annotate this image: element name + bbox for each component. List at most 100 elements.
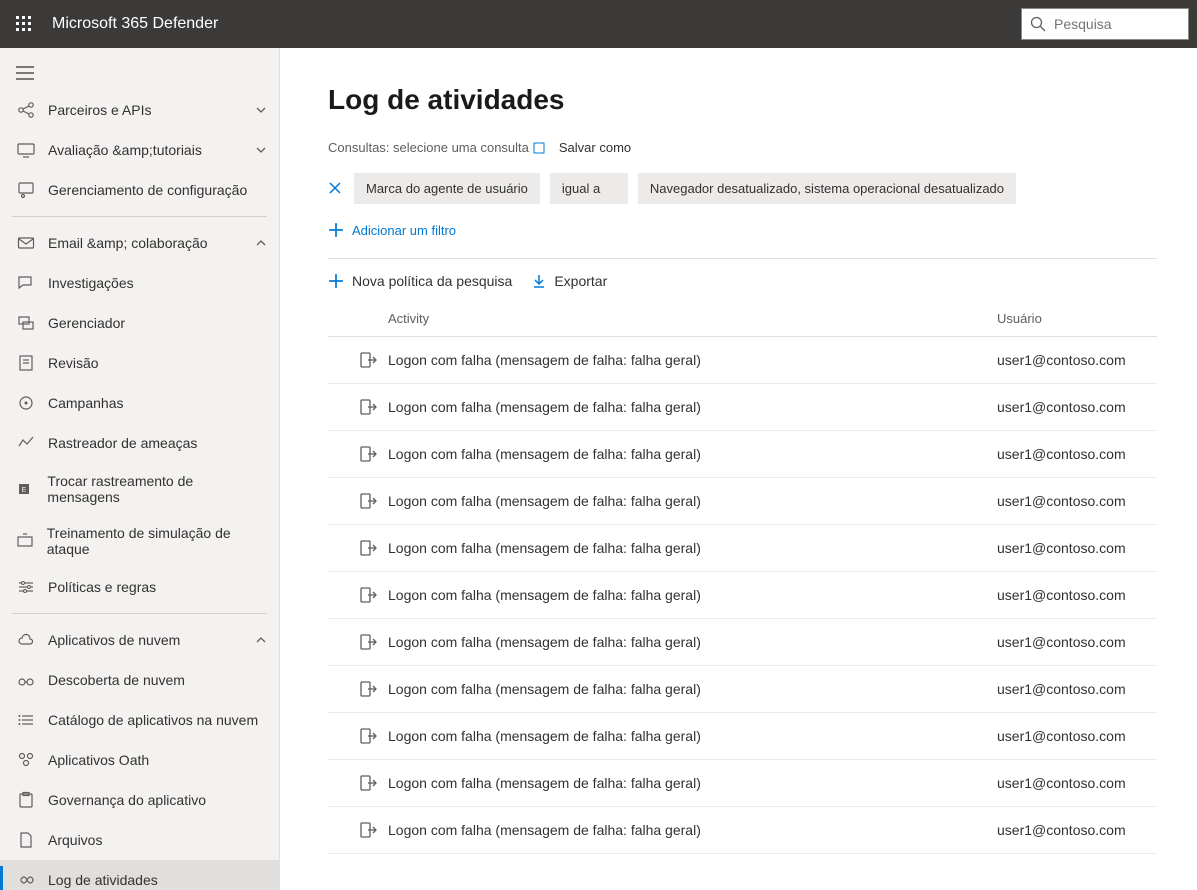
sidebar-item-config[interactable]: Gerenciamento de configuração — [0, 170, 279, 210]
table-row[interactable]: Logon com falha (mensagem de falha: falh… — [328, 619, 1157, 666]
sidebar-item-cloud-discovery[interactable]: Descoberta de nuvem — [0, 660, 279, 700]
chevron-down-icon — [255, 144, 267, 156]
table-row[interactable]: Logon com falha (mensagem de falha: falh… — [328, 431, 1157, 478]
sidebar-label: Rastreador de ameaças — [48, 435, 197, 451]
logout-icon — [359, 586, 377, 604]
table-row[interactable]: Logon com falha (mensagem de falha: falh… — [328, 807, 1157, 854]
add-filter-button[interactable]: Adicionar um filtro — [328, 222, 1157, 238]
new-policy-label: Nova política da pesquisa — [352, 273, 512, 289]
table-row[interactable]: Logon com falha (mensagem de falha: falh… — [328, 525, 1157, 572]
binoculars-icon — [16, 670, 36, 690]
sidebar-item-investigations[interactable]: Investigações — [0, 263, 279, 303]
table-row[interactable]: Logon com falha (mensagem de falha: falh… — [328, 384, 1157, 431]
infinity-icon — [16, 870, 36, 890]
sidebar-item-attack-sim[interactable]: Treinamento de simulação de ataque — [0, 515, 279, 567]
sidebar-label: Aplicativos Oath — [48, 752, 149, 768]
activity-cell: Logon com falha (mensagem de falha: falh… — [388, 775, 997, 791]
cloud-icon — [16, 630, 36, 650]
clipboard-icon — [16, 790, 36, 810]
table-row[interactable]: Logon com falha (mensagem de falha: falh… — [328, 478, 1157, 525]
sidebar-label: Avaliação &amp;tutoriais — [48, 142, 202, 158]
waffle-icon — [16, 16, 32, 32]
filter-field[interactable]: Marca do agente de usuário — [354, 173, 540, 204]
page-title: Log de atividades — [328, 84, 1157, 116]
sidebar-item-files[interactable]: Arquivos — [0, 820, 279, 860]
activity-cell: Logon com falha (mensagem de falha: falh… — [388, 446, 997, 462]
table-row[interactable]: Logon com falha (mensagem de falha: falh… — [328, 713, 1157, 760]
table-body: Logon com falha (mensagem de falha: falh… — [328, 337, 1157, 854]
table-row[interactable]: Logon com falha (mensagem de falha: falh… — [328, 572, 1157, 619]
sidebar-item-tutorials[interactable]: Avaliação &amp;tutoriais — [0, 130, 279, 170]
sliders-icon — [16, 577, 36, 597]
toolbar: Nova política da pesquisa Exportar — [328, 273, 1157, 289]
filter-operator[interactable]: igual a — [550, 173, 628, 204]
app-launcher-button[interactable] — [0, 0, 48, 48]
save-icon — [533, 142, 545, 154]
sidebar-item-oauth-apps[interactable]: Aplicativos Oath — [0, 740, 279, 780]
queries-label[interactable]: Consultas: selecione uma consulta — [328, 140, 529, 155]
global-search[interactable] — [1021, 8, 1189, 40]
logout-icon — [359, 539, 377, 557]
sidebar-label: Treinamento de simulação de ataque — [47, 525, 263, 557]
list-icon — [16, 710, 36, 730]
sidebar-item-policies[interactable]: Políticas e regras — [0, 567, 279, 607]
chart-icon — [16, 433, 36, 453]
table-row[interactable]: Logon com falha (mensagem de falha: falh… — [328, 337, 1157, 384]
activity-cell: Logon com falha (mensagem de falha: falh… — [388, 822, 997, 838]
sidebar-label: Gerenciador — [48, 315, 125, 331]
file-icon — [16, 830, 36, 850]
sidebar-item-app-catalog[interactable]: Catálogo de aplicativos na nuvem — [0, 700, 279, 740]
logout-icon — [359, 680, 377, 698]
logout-icon — [359, 774, 377, 792]
activity-cell: Logon com falha (mensagem de falha: falh… — [388, 540, 997, 556]
sidebar-item-activity-log[interactable]: Log de atividades — [0, 860, 279, 890]
chevron-up-icon — [255, 634, 267, 646]
remove-filter-button[interactable] — [328, 181, 344, 197]
activity-cell: Logon com falha (mensagem de falha: falh… — [388, 352, 997, 368]
logout-icon — [359, 727, 377, 745]
sidebar-item-manager[interactable]: Gerenciador — [0, 303, 279, 343]
search-input[interactable] — [1054, 16, 1174, 32]
sidebar-label: Investigações — [48, 275, 134, 291]
sidebar-label: Governança do aplicativo — [48, 792, 206, 808]
hamburger-button[interactable] — [0, 56, 279, 90]
sidebar-item-exchange-trace[interactable]: E Trocar rastreamento de mensagens — [0, 463, 279, 515]
sidebar-divider — [12, 613, 267, 614]
table-row[interactable]: Logon com falha (mensagem de falha: falh… — [328, 760, 1157, 807]
logout-icon — [359, 445, 377, 463]
user-cell: user1@contoso.com — [997, 681, 1157, 697]
sidebar-section-cloud[interactable]: Aplicativos de nuvem — [0, 620, 279, 660]
sidebar-label: Gerenciamento de configuração — [48, 182, 247, 198]
chat-icon — [16, 273, 36, 293]
sidebar-item-threat-tracker[interactable]: Rastreador de ameaças — [0, 423, 279, 463]
sidebar-item-campaigns[interactable]: Campanhas — [0, 383, 279, 423]
target-icon — [16, 393, 36, 413]
logout-icon — [359, 821, 377, 839]
divider — [328, 258, 1157, 259]
sidebar-label: Arquivos — [48, 832, 102, 848]
save-as-button[interactable]: Salvar como — [559, 140, 631, 155]
table-header: Activity Usuário — [328, 303, 1157, 337]
logout-icon — [359, 492, 377, 510]
column-activity[interactable]: Activity — [388, 311, 997, 326]
sidebar-label: Catálogo de aplicativos na nuvem — [48, 712, 258, 728]
sidebar-label: Revisão — [48, 355, 99, 371]
document-icon — [16, 353, 36, 373]
download-icon — [532, 274, 546, 288]
user-cell: user1@contoso.com — [997, 728, 1157, 744]
sidebar-item-review[interactable]: Revisão — [0, 343, 279, 383]
filter-value[interactable]: Navegador desatualizado, sistema operaci… — [638, 173, 1016, 204]
sidebar-section-email[interactable]: Email &amp; colaboração — [0, 223, 279, 263]
main-content: Log de atividades Consultas: selecione u… — [280, 48, 1197, 890]
exchange-icon: E — [16, 479, 35, 499]
export-button[interactable]: Exportar — [532, 273, 607, 289]
table-row[interactable]: Logon com falha (mensagem de falha: falh… — [328, 666, 1157, 713]
sidebar-item-app-governance[interactable]: Governança do aplicativo — [0, 780, 279, 820]
plus-icon — [328, 222, 344, 238]
activity-cell: Logon com falha (mensagem de falha: falh… — [388, 587, 997, 603]
sidebar-label: Email &amp; colaboração — [48, 235, 208, 251]
new-policy-button[interactable]: Nova política da pesquisa — [328, 273, 512, 289]
query-selector-row: Consultas: selecione uma consulta Salvar… — [328, 140, 1157, 155]
sidebar-item-partners[interactable]: Parceiros e APIs — [0, 90, 279, 130]
column-user[interactable]: Usuário — [997, 311, 1157, 326]
